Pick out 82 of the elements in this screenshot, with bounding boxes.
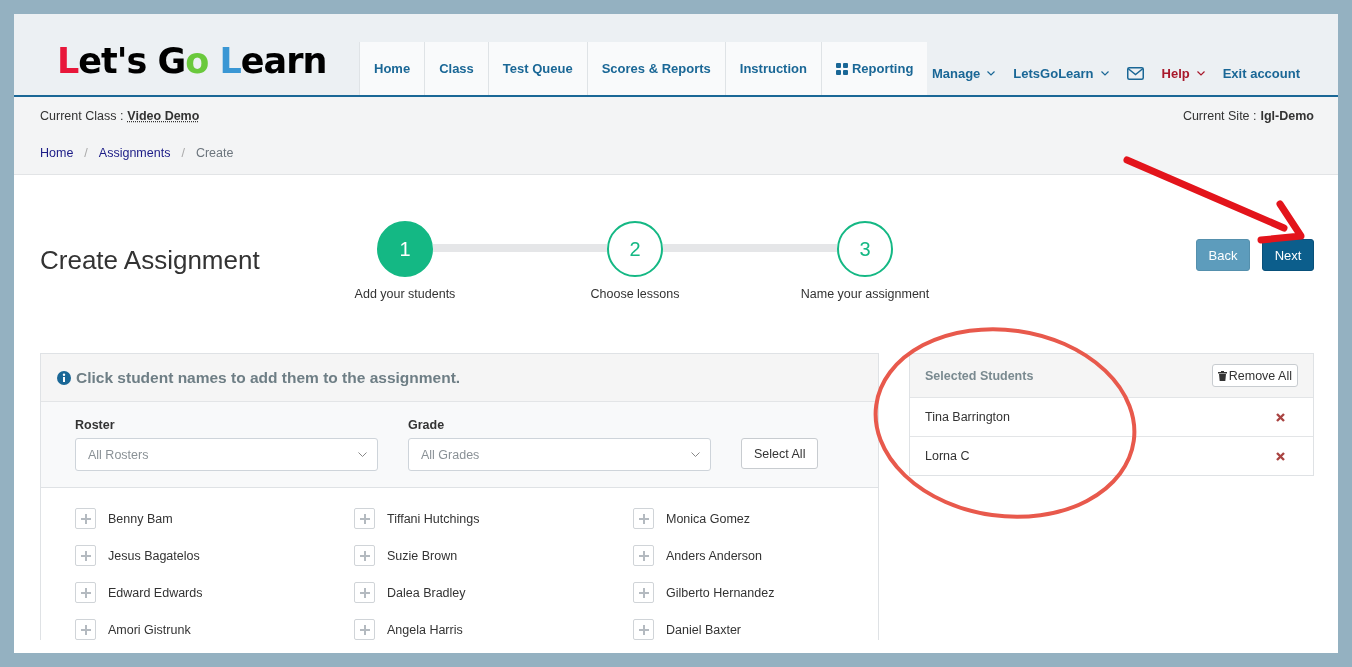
chevron-down-icon — [1100, 70, 1109, 76]
student-name[interactable]: Tiffani Hutchings — [387, 511, 480, 526]
nav-tab[interactable]: Instruction — [724, 42, 821, 95]
select-all-button[interactable]: Select All — [741, 438, 819, 469]
student-name[interactable]: Dalea Bradley — [387, 585, 466, 600]
step-label: Name your assignment — [800, 287, 930, 301]
student-name[interactable]: Benny Bam — [108, 511, 173, 526]
nav-tab[interactable]: Class — [424, 42, 488, 95]
add-button[interactable] — [633, 508, 654, 529]
instruction-text: Click student names to add them to the assignment. — [76, 368, 461, 387]
breadcrumb-link[interactable]: Assignments — [98, 146, 171, 160]
filter-label: Grade — [408, 418, 446, 432]
close-icon — [1276, 412, 1285, 422]
breadcrumb-separator: / — [84, 146, 88, 160]
plus-icon — [638, 587, 649, 598]
breadcrumb-separator: / — [181, 146, 185, 160]
student-name[interactable]: Jesus Bagatelos — [108, 548, 200, 563]
add-button[interactable] — [354, 582, 375, 603]
add-button[interactable] — [75, 545, 96, 566]
student-name[interactable]: Gilberto Hernandez — [666, 585, 775, 600]
page-title: Create Assignment — [40, 245, 261, 276]
chevron-down-icon — [691, 452, 700, 457]
plus-icon — [80, 550, 91, 561]
nav-tab[interactable]: Home — [359, 42, 425, 95]
nav-tab[interactable]: Scores & Reports — [586, 42, 725, 95]
panel-title: Selected Students — [925, 368, 1034, 383]
plus-icon — [359, 587, 370, 598]
student-name[interactable]: Monica Gomez — [666, 511, 751, 526]
add-button[interactable] — [75, 508, 96, 529]
chevron-down-icon — [1196, 70, 1205, 76]
breadcrumb-link[interactable]: Home — [40, 146, 74, 160]
nav-tab[interactable]: Reporting — [820, 42, 928, 95]
add-button[interactable] — [633, 619, 654, 640]
breadcrumb-current: Create — [195, 146, 234, 160]
plus-icon — [359, 513, 370, 524]
plus-icon — [359, 624, 370, 635]
next-button[interactable]: Next — [1262, 239, 1314, 271]
add-button[interactable] — [75, 619, 96, 640]
plus-icon — [80, 624, 91, 635]
remove-all-button[interactable]: Remove All — [1211, 364, 1298, 387]
student-name[interactable]: Edward Edwards — [108, 585, 203, 600]
student-name[interactable]: Suzie Brown — [387, 548, 458, 563]
dropdown-menu[interactable]: Help — [1161, 65, 1205, 81]
class-link[interactable]: Video Demo — [127, 109, 200, 123]
add-button[interactable] — [75, 582, 96, 603]
nav-link[interactable]: Exit account — [1222, 65, 1300, 81]
student-name[interactable]: Amori Gistrunk — [108, 622, 191, 637]
dropdown-menu[interactable]: Manage — [931, 65, 996, 81]
student-name[interactable]: Daniel Baxter — [666, 622, 742, 637]
plus-icon — [80, 587, 91, 598]
step-label: Choose lessons — [590, 287, 680, 301]
add-button[interactable] — [633, 545, 654, 566]
remove-button[interactable] — [1276, 412, 1285, 422]
chevron-down-icon — [358, 452, 367, 457]
student-name[interactable]: Angela Harris — [387, 622, 463, 637]
plus-icon — [638, 624, 649, 635]
plus-icon — [359, 550, 370, 561]
mail-icon[interactable] — [1126, 66, 1144, 80]
filter-label: Roster — [75, 418, 116, 432]
close-icon — [1276, 451, 1285, 461]
info-icon — [57, 370, 71, 385]
grid-icon — [835, 62, 848, 75]
class-label: Current Class : — [40, 109, 124, 123]
add-button[interactable] — [354, 508, 375, 529]
site-name: lgl-Demo — [1260, 109, 1314, 123]
nav-tab[interactable]: Test Queue — [487, 42, 587, 95]
chevron-down-icon — [987, 70, 996, 76]
add-button[interactable] — [354, 545, 375, 566]
add-button[interactable] — [633, 582, 654, 603]
site-label: Current Site : — [1182, 109, 1257, 123]
dropdown-menu[interactable]: LetsGoLearn — [1013, 65, 1109, 81]
student-name: Lorna C — [925, 449, 970, 463]
remove-button[interactable] — [1276, 451, 1285, 461]
plus-icon — [80, 513, 91, 524]
plus-icon — [638, 550, 649, 561]
plus-icon — [638, 513, 649, 524]
step-label: Add your students — [354, 287, 456, 301]
logo[interactable]: Let's Go Learn — [57, 40, 359, 81]
student-name[interactable]: Anders Anderson — [666, 548, 762, 563]
trash-icon — [1217, 370, 1227, 381]
add-button[interactable] — [354, 619, 375, 640]
student-name: Tina Barrington — [925, 410, 1010, 424]
